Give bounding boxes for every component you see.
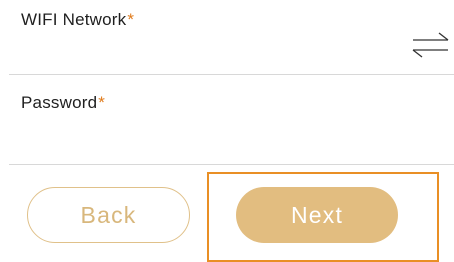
wifi-network-label-text: WIFI Network xyxy=(21,10,127,29)
back-button-label: Back xyxy=(80,201,137,228)
wifi-network-field: WIFI Network* xyxy=(9,0,454,74)
back-button[interactable]: Back xyxy=(27,187,190,243)
password-label-text: Password xyxy=(21,93,98,112)
required-asterisk: * xyxy=(127,10,135,29)
password-divider xyxy=(9,164,454,165)
password-input[interactable] xyxy=(9,119,454,155)
next-button[interactable]: Next xyxy=(236,187,398,243)
wifi-network-input[interactable] xyxy=(9,30,408,66)
password-field: Password* xyxy=(9,75,454,164)
required-asterisk: * xyxy=(98,93,106,112)
wifi-network-label: WIFI Network* xyxy=(21,10,134,30)
next-button-label: Next xyxy=(290,201,344,228)
swap-arrows-icon[interactable] xyxy=(412,32,450,58)
password-label: Password* xyxy=(21,93,105,113)
